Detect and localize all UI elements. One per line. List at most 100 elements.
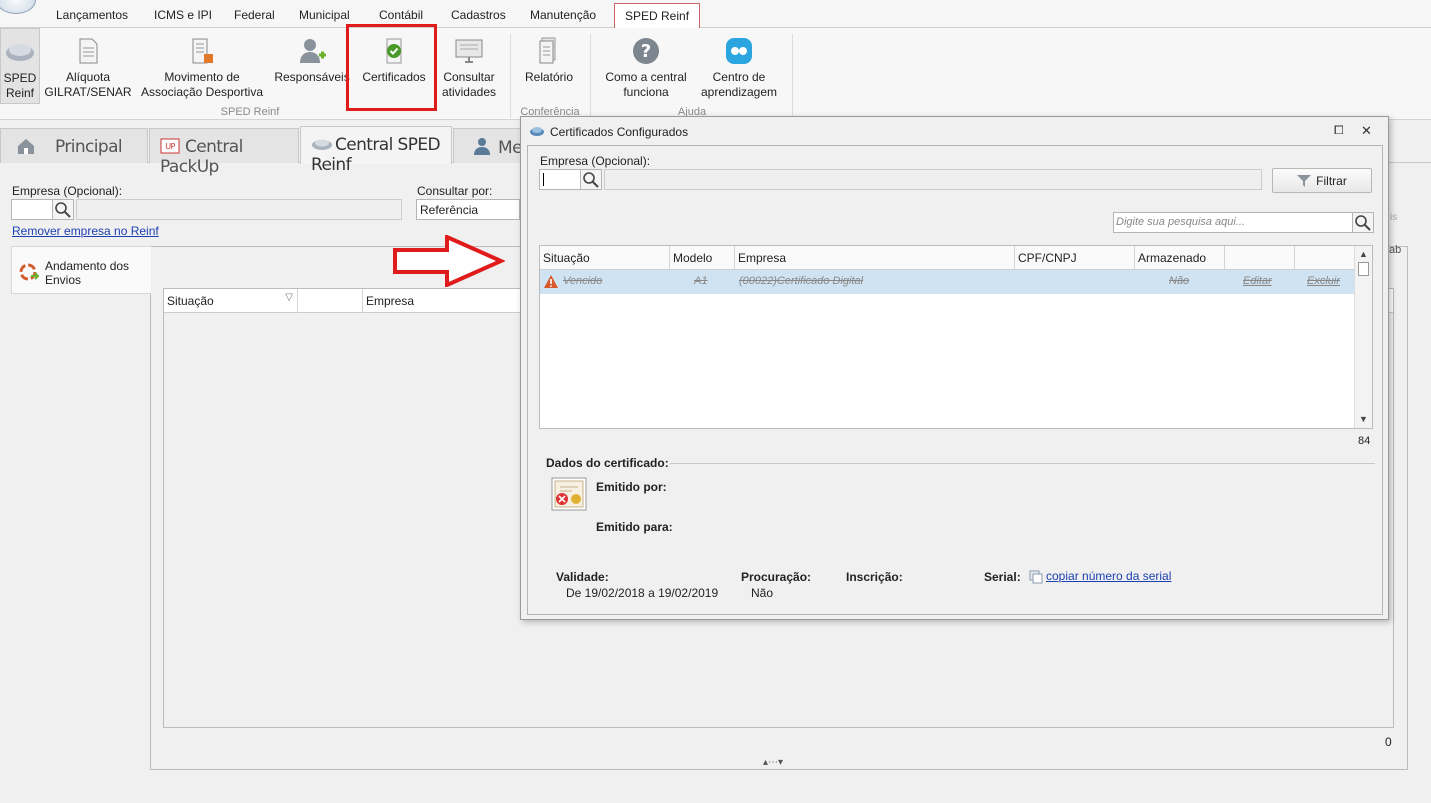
tab-sped-reinf[interactable]: SPED Reinf [614,3,701,29]
col-armazenado[interactable]: Armazenado [1135,246,1225,270]
search-icon [583,172,599,188]
copiar-serial-link[interactable]: copiar número da serial [1046,569,1171,583]
tab-federal[interactable]: Federal [234,8,275,22]
restore-icon[interactable]: ⧠ [1334,123,1344,138]
cell-modelo: A1 [694,275,708,287]
warning-icon [544,275,558,288]
scroll-down-icon[interactable]: ▼ [1359,414,1368,424]
excluir-link[interactable]: Excluir [1307,275,1340,287]
validade-label: Validade: [556,570,609,584]
responsaveis-label: Responsáveis [274,70,350,84]
col-modelo[interactable]: Modelo [670,246,735,270]
report-icon [539,37,556,64]
user-icon [474,138,490,155]
inscricao-label: Inscrição: [846,570,903,584]
dialog-empresa-code-input[interactable] [539,169,581,190]
vertical-scrollbar[interactable]: ▲ ▼ [1354,246,1372,428]
dialog-empresa-label: Empresa (Opcional): [540,154,651,168]
tab-manutencao[interactable]: Manutenção [530,8,596,22]
close-icon[interactable]: ✕ [1361,123,1372,139]
ribbon-separator [590,34,591,118]
dialog-empresa-search-button[interactable] [580,169,602,190]
movimento-button[interactable]: Movimento de Associação Desportiva [140,28,264,108]
filter-icon [1297,175,1312,187]
cert-count: 84 [1358,435,1371,447]
tab-cadastros[interactable]: Cadastros [451,8,506,22]
sped-reinf-label: SPED Reinf [3,71,37,100]
dialog-search-button[interactable] [1352,212,1374,233]
remover-empresa-link[interactable]: Remover empresa no Reinf [12,224,159,238]
text-cursor [543,173,544,186]
home-icon [18,139,34,154]
como-funciona-button[interactable]: ? Como a central funciona [600,28,692,108]
filtrar-button[interactable]: Filtrar [1272,168,1372,193]
relatorio-label: Relatório [524,70,574,84]
dialog-search-input[interactable]: Digite sua pesquisa aqui... [1113,212,1353,233]
consultar-label: Consultar atividades [441,70,497,99]
tab-municipal[interactable]: Municipal [299,8,350,22]
cloud-disc-icon [6,44,34,61]
validade-value: De 19/02/2018 a 19/02/2019 [566,586,719,600]
empresa-code-input[interactable] [11,199,53,220]
dialog-titlebar[interactable]: Certificados Configurados ⧠ ✕ [521,117,1388,145]
certificados-dialog: Certificados Configurados ⧠ ✕ Empresa (O… [520,116,1389,620]
consultar-atividades-button[interactable]: Consultar atividades [436,28,502,108]
col-situacao-label: Situação [167,294,214,308]
ribbon-separator [792,34,793,118]
scroll-up-icon[interactable]: ▲ [1359,249,1368,259]
cell-armazenado: Não [1169,275,1190,287]
table-row[interactable]: Vencido A1 (00022)Certificado Digital Nã… [540,270,1355,294]
centro-label: Centro de aprendizagem [700,70,778,99]
col-blank[interactable] [298,289,363,313]
tab-central-packup[interactable]: UP Central PackUp [149,128,299,177]
tab-me-label: Me [498,138,523,158]
relatorio-button[interactable]: Relatório [516,28,582,108]
col-situacao[interactable]: Situação ▽ [164,289,298,313]
andamento-envios-item[interactable]: Andamento dos Envios [11,246,151,294]
sped-reinf-button[interactable]: SPED Reinf [0,28,40,104]
menu-bar: Lançamentos ICMS e IPI Federal Municipal… [0,0,1431,29]
andamento-label: Andamento dos Envios [45,259,130,287]
section-divider [670,463,1375,464]
cloud-disc-icon [530,127,544,136]
tab-central-sped-reinf[interactable]: Central SPED Reinf [300,126,452,175]
tab-contabil[interactable]: Contábil [379,8,423,22]
aliquota-button[interactable]: Alíquota GILRAT/SENAR [44,28,132,108]
col-cpf-cnpj[interactable]: CPF/CNPJ [1015,246,1135,270]
empresa-search-button[interactable] [52,199,74,220]
editar-link[interactable]: Editar [1243,275,1272,287]
grid-count: 0 [1385,735,1392,749]
empresa-label: Empresa (Opcional): [12,184,123,198]
responsaveis-button[interactable]: Responsáveis [272,28,352,108]
cloud-disc-icon [312,139,332,150]
learning-center-icon [726,38,752,64]
red-arrow-annotation [393,235,505,287]
dialog-empresa-name-field [604,169,1262,190]
app-orb-button[interactable] [0,0,36,14]
tab-principal[interactable]: Principal [0,128,148,163]
cert-grid-header: Situação Modelo Empresa CPF/CNPJ Armazen… [540,246,1355,270]
search-icon [1355,215,1371,231]
col-situacao[interactable]: Situação [540,246,670,270]
tab-lancamentos[interactable]: Lançamentos [56,8,128,22]
certificados-highlight-box [346,24,437,111]
copy-icon[interactable] [1029,570,1043,584]
ribbon-separator [510,34,511,118]
empresa-name-field [76,199,402,220]
scroll-thumb[interactable] [1358,262,1369,276]
centro-aprendizagem-button[interactable]: Centro de aprendizagem [696,28,782,108]
certificados-grid: Situação Modelo Empresa CPF/CNPJ Armazen… [539,245,1373,429]
procuracao-value: Não [751,586,774,600]
cell-situacao: Vencido [563,275,603,287]
splitter-handle-icon[interactable]: ▴⋯▾ [763,757,783,768]
col-excluir [1295,246,1355,270]
tab-icms-ipi[interactable]: ICMS e IPI [154,8,212,22]
user-add-icon [300,39,326,63]
consultar-select[interactable]: Referência [416,199,520,220]
col-empresa[interactable]: Empresa [735,246,1015,270]
dialog-title: Certificados Configurados [550,125,689,139]
emitido-por-label: Emitido por: [596,480,667,494]
filter-icon: ▽ [285,292,293,303]
monitor-icon [455,39,483,63]
col-empresa[interactable]: Empresa [363,289,523,313]
